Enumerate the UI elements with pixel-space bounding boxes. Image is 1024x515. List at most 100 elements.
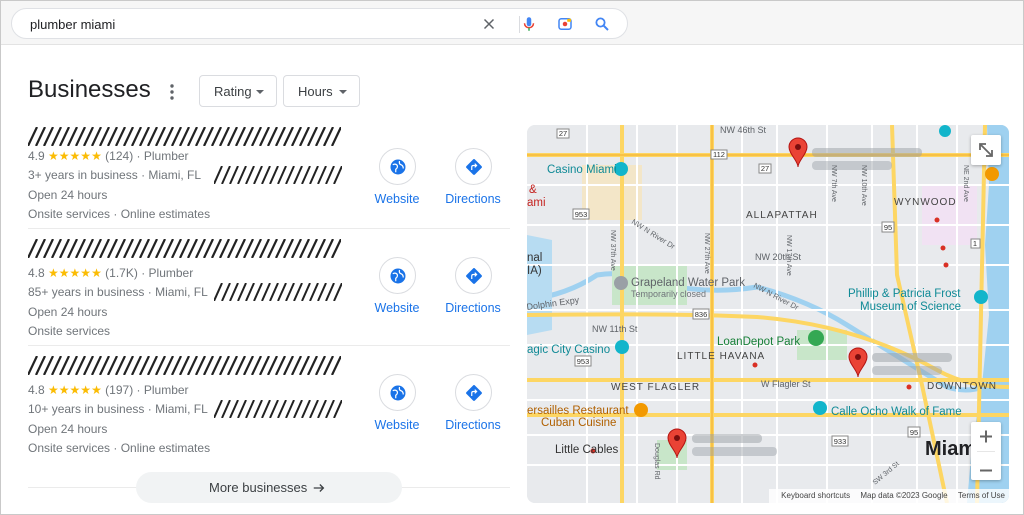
service-options: Onsite services bbox=[28, 324, 111, 338]
business-category: Plumber bbox=[143, 383, 189, 397]
route-shield: 933 bbox=[834, 437, 847, 446]
rating-value: 4.9 bbox=[28, 149, 45, 163]
hours-status: Open 24 hours bbox=[28, 305, 108, 319]
expand-icon bbox=[979, 143, 993, 157]
map-label: NW 46th St bbox=[720, 125, 767, 135]
route-shield: 27 bbox=[761, 164, 769, 173]
filter-rating[interactable]: Rating bbox=[199, 75, 277, 107]
business-listing[interactable]: 4.8 ★★★★★ (1.7K) · Plumber 85+ years in … bbox=[28, 239, 510, 339]
top-bar: plumber miami bbox=[1, 1, 1023, 45]
blurred-label bbox=[872, 366, 942, 375]
redacted-name bbox=[28, 127, 341, 146]
business-listing[interactable]: 4.8 ★★★★★ (197) · Plumber 10+ years in b… bbox=[28, 356, 510, 456]
poi-label: Grapeland Water Park bbox=[631, 277, 745, 289]
business-details: 3+ years in business · Miami, FL bbox=[28, 168, 202, 182]
listing-divider bbox=[28, 228, 510, 229]
left-water bbox=[527, 235, 552, 335]
camera-lens-icon[interactable] bbox=[556, 15, 574, 33]
blurred-label bbox=[812, 161, 892, 170]
map-data-credit: Map data ©2023 Google bbox=[860, 491, 948, 500]
filter-hours[interactable]: Hours bbox=[283, 75, 360, 107]
map-view[interactable]: 27 27 112 953 953 836 933 95 95 1 NW 46t… bbox=[527, 125, 1009, 503]
more-options-icon[interactable] bbox=[166, 83, 178, 101]
map-label: WYNWOOD bbox=[894, 197, 957, 208]
poi-icon[interactable] bbox=[939, 125, 951, 137]
route-shield: 1 bbox=[973, 239, 977, 248]
poi-label: Phillip & Patricia Frost bbox=[848, 288, 961, 300]
directions-icon bbox=[466, 159, 482, 175]
review-count: (197) bbox=[105, 383, 134, 397]
map-label: DOWNTOWN bbox=[927, 381, 997, 392]
keyboard-shortcuts-link[interactable]: Keyboard shortcuts bbox=[781, 491, 850, 500]
poi-label: ami bbox=[527, 197, 546, 209]
map-label: NW 17th Ave bbox=[785, 235, 792, 276]
filter-rating-label: Rating bbox=[214, 84, 252, 99]
search-box[interactable]: plumber miami bbox=[11, 8, 628, 39]
rating-value: 4.8 bbox=[28, 266, 45, 280]
zoom-controls bbox=[971, 422, 1001, 480]
poi-label: ersailles Restaurant bbox=[527, 405, 629, 417]
website-circle[interactable] bbox=[379, 257, 416, 294]
route-shield: 112 bbox=[713, 150, 725, 159]
poi-label: Cuban Cuisine bbox=[541, 417, 616, 429]
fullscreen-button[interactable] bbox=[971, 135, 1001, 165]
rating-line: 4.8 ★★★★★ (197) · Plumber bbox=[28, 383, 189, 397]
route-shield: 836 bbox=[695, 310, 708, 319]
poi-label: Calle Ocho Walk of Fame bbox=[831, 406, 962, 418]
listing-divider bbox=[28, 345, 510, 346]
microphone-icon[interactable] bbox=[520, 15, 538, 33]
map-label: WEST FLAGLER bbox=[611, 382, 700, 393]
star-rating: ★★★★★ bbox=[48, 149, 102, 163]
zoom-in-icon[interactable] bbox=[971, 422, 1001, 451]
map-label: NW 10th Ave bbox=[860, 165, 867, 206]
blurred-label bbox=[692, 447, 777, 456]
redacted-name bbox=[28, 356, 341, 375]
search-input[interactable]: plumber miami bbox=[30, 17, 115, 32]
map-attribution: Keyboard shortcuts Map data ©2023 Google… bbox=[769, 489, 1009, 503]
restaurant-poi-icon[interactable] bbox=[985, 167, 999, 181]
search-icon[interactable] bbox=[593, 15, 611, 33]
star-rating: ★★★★★ bbox=[48, 266, 102, 280]
redacted-address bbox=[214, 400, 342, 418]
rating-value: 4.8 bbox=[28, 383, 45, 397]
website-circle[interactable] bbox=[379, 374, 416, 411]
hours-status: Open 24 hours bbox=[28, 422, 108, 436]
casino-poi-icon[interactable] bbox=[615, 340, 629, 354]
website-label: Website bbox=[374, 301, 420, 315]
website-label: Website bbox=[374, 192, 420, 206]
filter-hours-label: Hours bbox=[298, 84, 333, 99]
more-businesses-button[interactable]: More businesses bbox=[136, 472, 402, 503]
zoom-out-icon[interactable] bbox=[971, 456, 1001, 485]
map-label: W Flagler St bbox=[761, 379, 811, 389]
terms-link[interactable]: Terms of Use bbox=[958, 491, 1005, 500]
arrow-right-icon bbox=[313, 484, 325, 492]
blurred-label bbox=[812, 148, 922, 157]
museum-poi-icon[interactable] bbox=[974, 290, 988, 304]
directions-circle[interactable] bbox=[455, 148, 492, 185]
directions-circle[interactable] bbox=[455, 374, 492, 411]
stadium-poi-icon[interactable] bbox=[808, 330, 824, 346]
directions-label: Directions bbox=[445, 192, 501, 206]
restaurant-poi-icon[interactable] bbox=[634, 403, 648, 417]
poi-label: nal bbox=[527, 252, 542, 264]
website-circle[interactable] bbox=[379, 148, 416, 185]
map-canvas[interactable]: 27 27 112 953 953 836 933 95 95 1 NW 46t… bbox=[527, 125, 1009, 503]
business-listing[interactable]: 4.9 ★★★★★ (124) · Plumber 3+ years in bu… bbox=[28, 127, 510, 227]
poi-label: agic City Casino bbox=[527, 344, 610, 356]
map-label: Douglas Rd bbox=[653, 443, 660, 480]
poi-label: Little Cables bbox=[555, 444, 619, 456]
blurred-label bbox=[692, 434, 762, 443]
landmark-poi-icon[interactable] bbox=[813, 401, 827, 415]
poi-label: IA) bbox=[527, 265, 542, 277]
clear-icon[interactable] bbox=[480, 15, 498, 33]
directions-icon bbox=[466, 268, 482, 284]
rating-line: 4.8 ★★★★★ (1.7K) · Plumber bbox=[28, 266, 194, 280]
poi-label: & bbox=[529, 184, 537, 196]
park-poi-icon[interactable] bbox=[614, 276, 628, 290]
directions-circle[interactable] bbox=[455, 257, 492, 294]
globe-icon bbox=[390, 159, 406, 175]
business-category: Plumber bbox=[148, 266, 194, 280]
blurred-label bbox=[872, 353, 952, 362]
globe-icon bbox=[390, 268, 406, 284]
hours-status: Open 24 hours bbox=[28, 188, 108, 202]
